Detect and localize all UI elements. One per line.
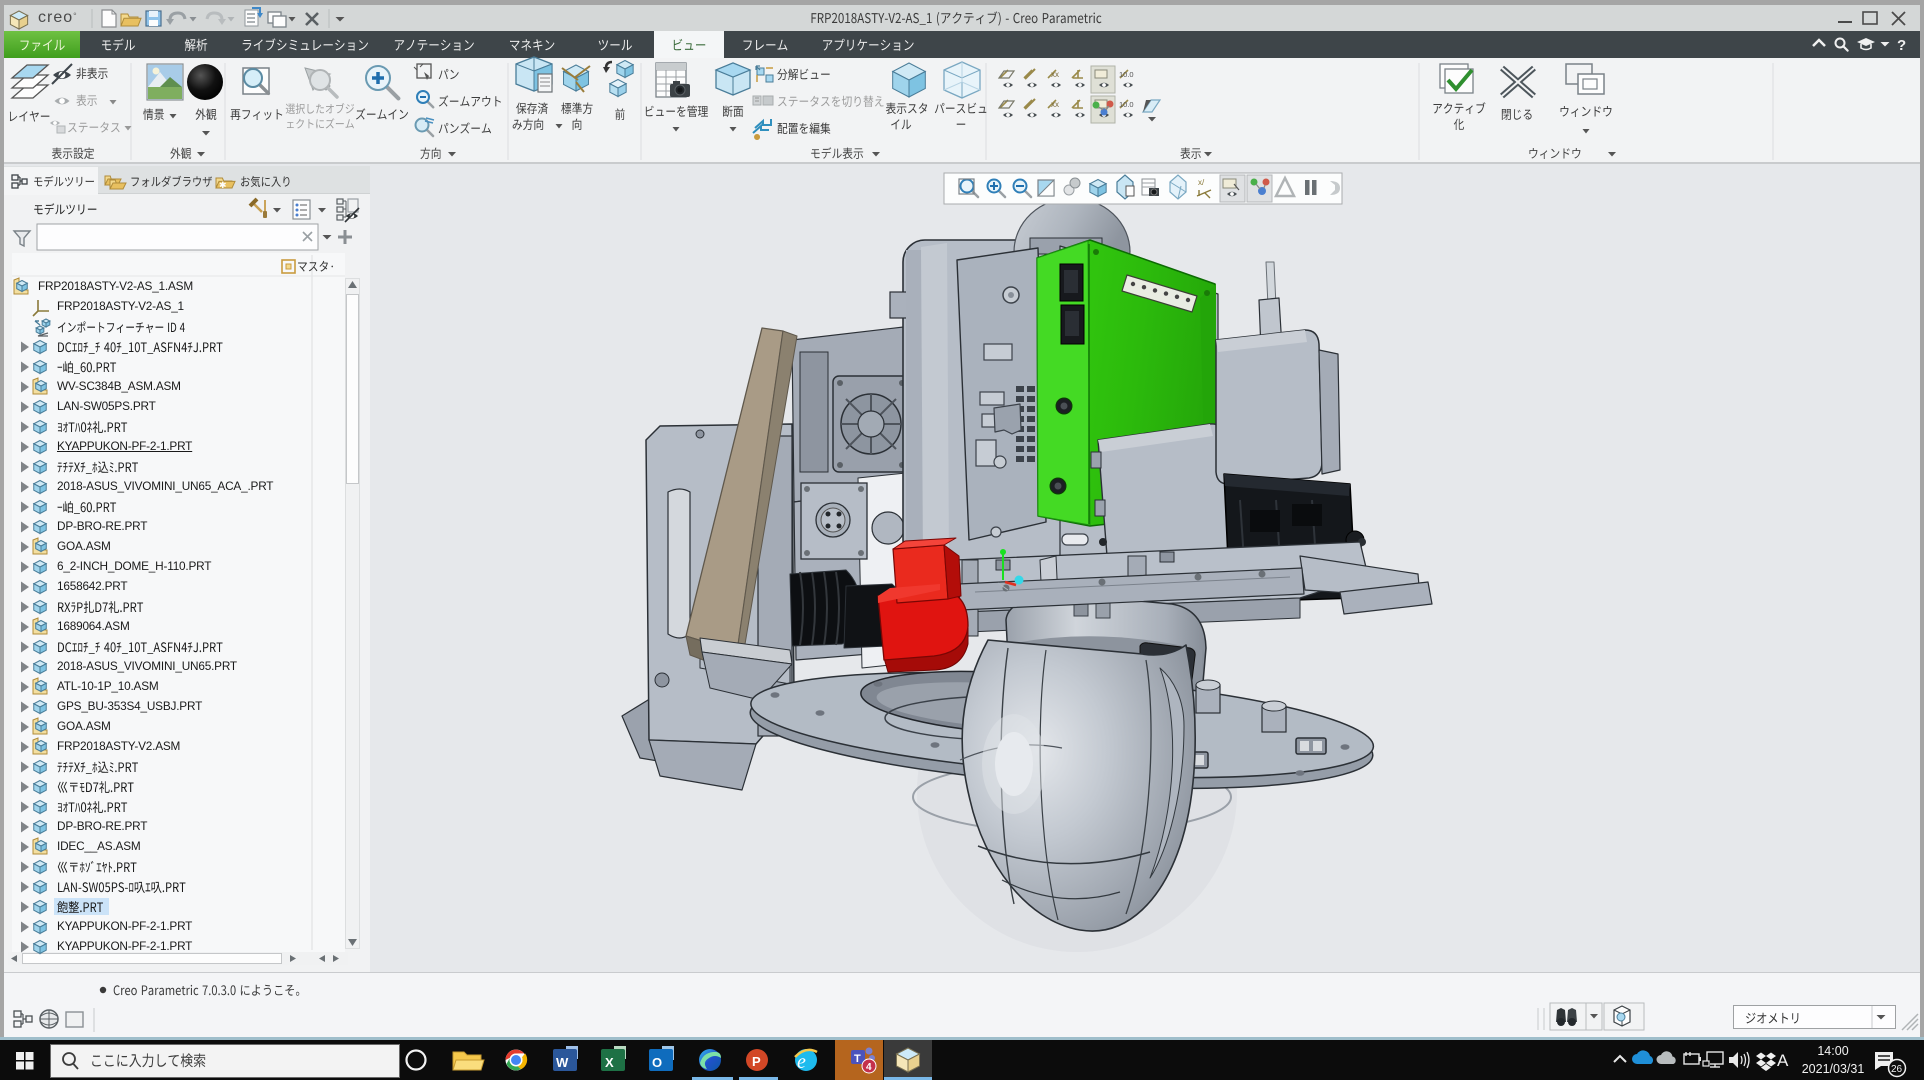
svg-text:10.0: 10.0 bbox=[1119, 100, 1134, 109]
svg-text:xx: xx bbox=[1051, 70, 1059, 79]
svg-text:O: O bbox=[652, 1055, 662, 1070]
svg-text:T: T bbox=[854, 1053, 861, 1065]
svg-text:10.0: 10.0 bbox=[1119, 70, 1134, 79]
svg-text:xx: xx bbox=[1051, 100, 1059, 109]
svg-text:P: P bbox=[752, 1054, 761, 1069]
svg-text:26: 26 bbox=[1891, 1064, 1903, 1075]
svg-text:X: X bbox=[605, 1055, 614, 1070]
svg-text:W: W bbox=[556, 1055, 569, 1070]
svg-text:✱: ✱ bbox=[219, 180, 227, 190]
svg-text:x/: x/ bbox=[1198, 178, 1205, 187]
svg-text:4: 4 bbox=[866, 1062, 872, 1073]
